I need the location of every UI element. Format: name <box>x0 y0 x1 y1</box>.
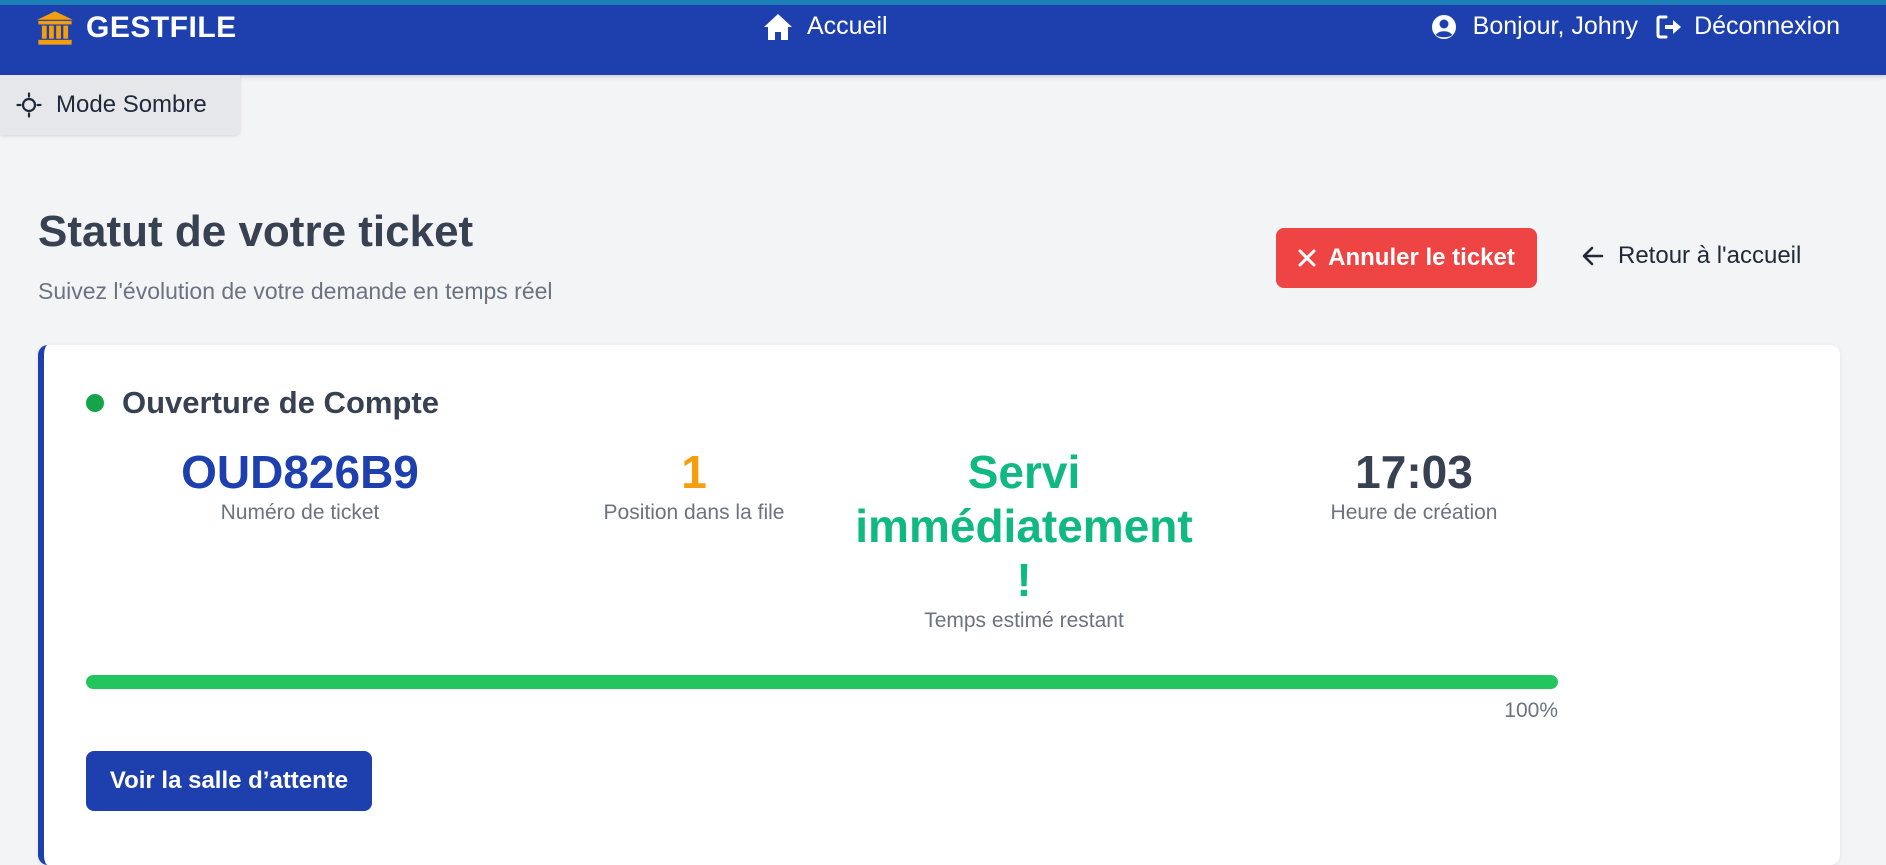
queue-position-label: Position dans la file <box>603 501 785 524</box>
brand-name: GESTFILE <box>86 11 237 44</box>
logout-label: Déconnexion <box>1694 12 1840 40</box>
cancel-ticket-label: Annuler le ticket <box>1328 244 1515 271</box>
creation-time-stat: 17:03 Heure de création <box>1244 445 1584 525</box>
dark-mode-label: Mode Sombre <box>56 91 207 118</box>
ticket-number: OUD826B9 <box>181 446 419 498</box>
queue-position-stat: 1 Position dans la file <box>524 445 864 525</box>
bank-icon <box>37 11 73 45</box>
ticket-card: Ouverture de Compte OUD826B9 Numéro de t… <box>38 345 1840 865</box>
user-area: Bonjour, Johny Déconnexion <box>1431 12 1840 41</box>
dark-mode-toggle[interactable]: Mode Sombre <box>0 75 240 135</box>
nav-home-label: Accueil <box>807 12 888 40</box>
progress-percent: 100% <box>1504 699 1558 722</box>
brand[interactable]: GESTFILE <box>36 9 237 47</box>
status-dot <box>86 394 104 412</box>
nav-home-link[interactable]: Accueil <box>763 12 888 41</box>
progress-fill <box>86 675 1558 689</box>
waiting-room-button[interactable]: Voir la salle d’attente <box>86 751 372 811</box>
sun-icon <box>16 92 42 118</box>
back-home-label: Retour à l'accueil <box>1618 242 1802 269</box>
service-name: Ouverture de Compte <box>122 385 439 420</box>
back-home-link[interactable]: Retour à l'accueil <box>1582 242 1801 270</box>
estimated-time-label: Temps estimé restant <box>924 609 1124 632</box>
ticket-number-stat: OUD826B9 Numéro de ticket <box>130 445 470 525</box>
creation-time: 17:03 <box>1355 446 1473 498</box>
progress-bar <box>86 675 1558 689</box>
service-row: Ouverture de Compte <box>86 385 439 421</box>
greeting-text: Bonjour, Johny <box>1472 12 1639 40</box>
home-icon <box>764 13 792 40</box>
sign-out-icon <box>1656 15 1682 38</box>
logout-link[interactable]: Déconnexion <box>1656 12 1840 41</box>
estimated-time: Servi immédiatement ! <box>855 446 1193 606</box>
user-circle-icon <box>1431 14 1456 39</box>
queue-position: 1 <box>681 446 707 498</box>
page-subtitle: Suivez l'évolution de votre demande en t… <box>38 278 553 304</box>
ticket-number-label: Numéro de ticket <box>220 501 380 524</box>
close-icon <box>1298 249 1316 267</box>
cancel-ticket-button[interactable]: Annuler le ticket <box>1276 228 1537 288</box>
user-greeting: Bonjour, Johny <box>1431 12 1638 41</box>
creation-time-label: Heure de création <box>1330 501 1498 524</box>
top-navbar: GESTFILE Accueil Bonjour, Johny Déconnex… <box>0 0 1886 75</box>
estimated-time-stat: Servi immédiatement ! Temps estimé resta… <box>824 445 1224 633</box>
arrow-left-icon <box>1582 246 1604 266</box>
page-title: Statut de votre ticket <box>38 207 474 256</box>
